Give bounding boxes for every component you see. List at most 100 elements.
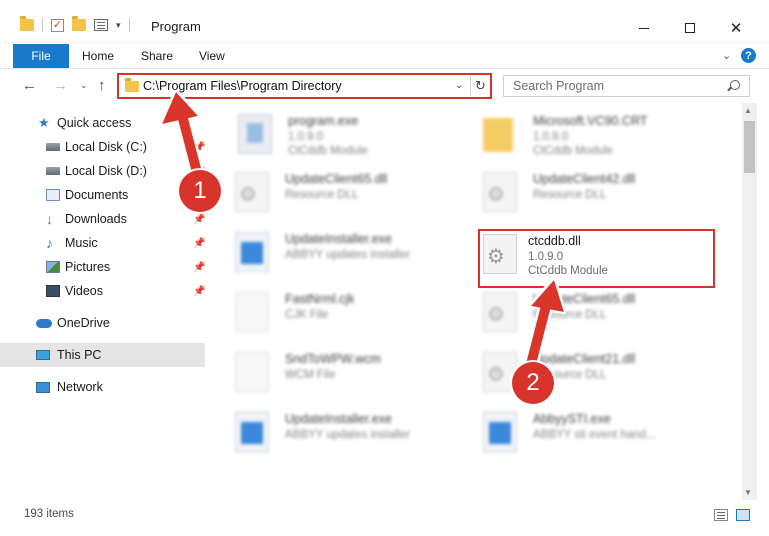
- sidebar-item-pictures[interactable]: Pictures 📌: [0, 255, 205, 279]
- sidebar-item-label: Network: [57, 380, 103, 394]
- customize-toolbar-dropdown-icon[interactable]: ▾: [116, 20, 121, 31]
- item-count: 193 items: [24, 508, 74, 520]
- file-type: CJK File: [285, 309, 329, 321]
- sidebar-item-label: Quick access: [57, 116, 132, 130]
- dll-icon: [483, 292, 517, 332]
- sidebar-item-label: OneDrive: [57, 316, 110, 330]
- file-name: Microsoft.VC90.CRT: [533, 114, 648, 128]
- step-2-badge: 2: [512, 362, 554, 404]
- file-list: program.exe 1.0.9.0 CtCddb Module Micros…: [205, 103, 742, 500]
- tab-home[interactable]: Home: [82, 49, 114, 63]
- pin-icon[interactable]: 📌: [193, 238, 205, 249]
- file-item[interactable]: Microsoft.VC90.CRT 1.0.9.0 CtCddb Module: [483, 110, 723, 162]
- window-title: Program: [151, 19, 201, 34]
- details-view-icon[interactable]: [714, 509, 728, 521]
- file-name: UpdateClient21.dll: [533, 352, 636, 366]
- maximize-button[interactable]: [667, 14, 713, 42]
- step-1-badge: 1: [179, 170, 221, 212]
- address-dropdown-icon[interactable]: ⌄: [455, 80, 463, 91]
- tab-view[interactable]: View: [199, 49, 225, 63]
- exe-icon: [235, 412, 269, 452]
- sidebar-item-local-disk-d[interactable]: Local Disk (D:) 📌: [0, 159, 205, 183]
- file-item[interactable]: UpdateInstaller.exe ABBYY updates instal…: [235, 228, 455, 280]
- disk-icon: [46, 167, 60, 175]
- forward-button[interactable]: →: [53, 77, 68, 94]
- search-icon[interactable]: [730, 80, 740, 90]
- file-name: UpdateInstaller.exe: [285, 412, 393, 426]
- up-button[interactable]: ↑: [98, 77, 106, 94]
- network-icon: [36, 381, 50, 393]
- file-description: CtCddb Module: [288, 145, 368, 157]
- file-version: 1.0.9.0: [533, 131, 569, 143]
- sidebar-item-quick-access[interactable]: ★ Quick access: [0, 111, 205, 135]
- navigation-bar: ← → ⌄ ↑ C:\Program Files\Program Directo…: [0, 69, 769, 103]
- sidebar-item-label: Downloads: [65, 212, 127, 226]
- help-icon[interactable]: ?: [741, 48, 756, 63]
- scrollbar-thumb[interactable]: [744, 121, 755, 173]
- pin-icon[interactable]: 📌: [193, 214, 205, 225]
- sidebar-item-this-pc[interactable]: This PC: [0, 343, 205, 367]
- pin-icon[interactable]: 📌: [193, 286, 205, 297]
- sidebar-item-label: This PC: [57, 348, 102, 362]
- file-name: UpdateClient65.dll: [285, 172, 388, 186]
- tab-file[interactable]: File: [13, 44, 69, 68]
- status-bar: 193 items: [0, 500, 769, 536]
- recent-locations-dropdown-icon[interactable]: ⌄: [80, 80, 88, 91]
- sidebar-item-label: Pictures: [65, 260, 111, 274]
- search-box[interactable]: Search Program: [503, 75, 750, 97]
- folder-icon[interactable]: [20, 16, 34, 31]
- dll-icon: [235, 172, 269, 212]
- maximize-icon: [685, 23, 695, 33]
- cloud-icon: [36, 318, 52, 328]
- file-name: SndToWPW.wcm: [285, 352, 381, 366]
- search-input[interactable]: Search Program: [513, 79, 604, 93]
- file-description: ABBYY sti event hand...: [533, 429, 656, 441]
- expand-ribbon-chevron-icon[interactable]: ⌄: [722, 49, 731, 62]
- scroll-down-icon[interactable]: ▼: [744, 488, 752, 497]
- pin-icon[interactable]: 📌: [193, 142, 205, 153]
- file-item[interactable]: program.exe 1.0.9.0 CtCddb Module: [238, 110, 458, 162]
- title-bar: ✓ ▾ Program ✕: [0, 0, 769, 43]
- file-item[interactable]: UpdateClient65.dll Resource DLL: [483, 288, 723, 340]
- download-icon: ↓: [46, 211, 53, 227]
- new-folder-icon[interactable]: [72, 16, 86, 31]
- file-version: 1.0.9.0: [288, 131, 324, 143]
- sidebar-item-documents[interactable]: Documents 📌: [0, 183, 205, 207]
- music-icon: ♪: [46, 235, 53, 251]
- tab-share[interactable]: Share: [141, 49, 173, 63]
- program-icon: [238, 114, 272, 154]
- minimize-button[interactable]: [621, 14, 667, 42]
- vertical-scrollbar[interactable]: ▲ ▼: [742, 103, 757, 500]
- disk-icon: [46, 143, 60, 151]
- sidebar-item-onedrive[interactable]: OneDrive: [0, 311, 205, 335]
- back-button[interactable]: ←: [22, 77, 37, 94]
- file-type: Resource DLL: [533, 309, 607, 321]
- sidebar-item-music[interactable]: ♪ Music 📌: [0, 231, 205, 255]
- sidebar-item-label: Documents: [65, 188, 129, 202]
- scroll-up-icon[interactable]: ▲: [744, 106, 752, 115]
- refresh-button[interactable]: ↻: [470, 76, 490, 96]
- exe-icon: [235, 232, 269, 272]
- large-icons-view-icon[interactable]: [736, 509, 750, 521]
- sidebar-item-local-disk-c[interactable]: Local Disk (C:) 📌: [0, 135, 205, 159]
- address-path[interactable]: C:\Program Files\Program Directory: [143, 79, 342, 93]
- documents-icon: [46, 189, 60, 201]
- file-name: FastNrml.cjk: [285, 292, 355, 306]
- address-bar[interactable]: C:\Program Files\Program Directory ⌄ ↻: [117, 73, 492, 99]
- sidebar-item-videos[interactable]: Videos 📌: [0, 279, 205, 303]
- properties-list-icon[interactable]: [94, 19, 108, 31]
- sidebar-item-network[interactable]: Network: [0, 375, 205, 399]
- file-item[interactable]: UpdateClient42.dll Resource DLL: [483, 168, 723, 220]
- file-item[interactable]: UpdateClient65.dll Resource DLL: [235, 168, 455, 220]
- toolbar-divider: [128, 18, 130, 32]
- sidebar-item-downloads[interactable]: ↓ Downloads 📌: [0, 207, 205, 231]
- pin-icon[interactable]: 📌: [193, 262, 205, 273]
- sidebar-item-label: Local Disk (C:): [65, 140, 147, 154]
- file-item[interactable]: UpdateInstaller.exe ABBYY updates instal…: [235, 408, 455, 460]
- properties-check-icon[interactable]: ✓: [51, 18, 64, 32]
- file-item[interactable]: AbbyySTI.exe ABBYY sti event hand...: [483, 408, 723, 460]
- file-item[interactable]: FastNrml.cjk CJK File: [235, 288, 455, 340]
- close-button[interactable]: ✕: [713, 14, 759, 42]
- folder-icon: [483, 118, 513, 152]
- file-item[interactable]: SndToWPW.wcm WCM File: [235, 348, 455, 400]
